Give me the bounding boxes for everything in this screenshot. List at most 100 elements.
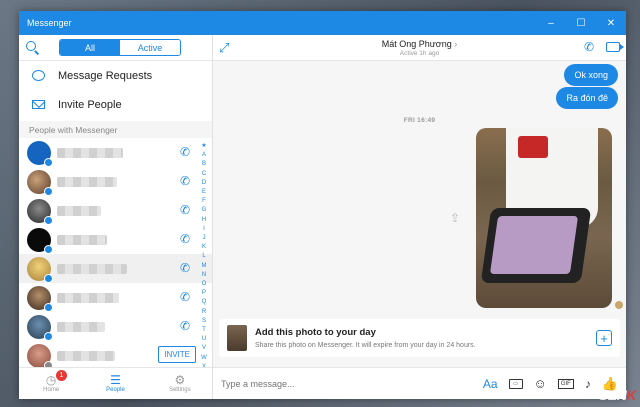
- phone-icon[interactable]: ✆: [180, 146, 192, 158]
- text-format-icon[interactable]: Aa: [483, 377, 498, 391]
- avatar: [27, 198, 53, 225]
- invite-button[interactable]: INVITE: [158, 346, 196, 363]
- avatar: [27, 140, 53, 167]
- alpha-letter[interactable]: C: [202, 170, 206, 179]
- nav-home[interactable]: ◷ 1 Home: [19, 368, 83, 399]
- nav-people[interactable]: ☰ People: [83, 368, 147, 399]
- alpha-letter[interactable]: V: [202, 344, 206, 353]
- photo-thumbnail: [227, 325, 247, 351]
- title-bar: Messenger – ☐ ✕: [19, 11, 626, 35]
- messenger-badge-icon: [44, 360, 53, 367]
- phone-call-icon[interactable]: ✆: [584, 40, 594, 54]
- list-item[interactable]: ✆: [19, 196, 212, 225]
- chat-bubble-icon: [31, 70, 45, 82]
- alpha-letter[interactable]: I: [203, 225, 205, 234]
- alpha-letter[interactable]: A: [202, 151, 206, 160]
- clock-icon: ◷: [45, 373, 57, 387]
- alpha-letter[interactable]: L: [202, 252, 205, 261]
- sticker-icon[interactable]: ▭: [508, 378, 523, 389]
- day-card-title: Add this photo to your day: [255, 327, 376, 338]
- expand-icon[interactable]: ⤢: [219, 40, 229, 56]
- messenger-badge-icon: [44, 273, 53, 283]
- avatar: [27, 314, 53, 341]
- alpha-letter[interactable]: S: [202, 317, 206, 326]
- message-bubble[interactable]: Ra đón đê: [556, 87, 618, 109]
- contact-name-blurred: [57, 292, 119, 303]
- alpha-letter[interactable]: H: [202, 216, 206, 225]
- left-toolbar: All Active: [19, 35, 212, 61]
- list-item[interactable]: ✆: [19, 312, 212, 341]
- alpha-letter[interactable]: M: [202, 262, 207, 271]
- list-item[interactable]: ✆: [19, 225, 212, 254]
- alpha-letter[interactable]: X: [202, 363, 206, 367]
- watermark-part1: GEN: [597, 387, 627, 403]
- composer-bar: Aa ▭ ☺ GIF ♪ 👍: [213, 367, 626, 399]
- share-icon[interactable]: ⇪: [450, 211, 460, 225]
- close-button[interactable]: ✕: [596, 11, 626, 35]
- message-input[interactable]: [221, 378, 483, 389]
- alpha-letter[interactable]: O: [202, 280, 207, 289]
- alpha-letter[interactable]: U: [202, 335, 206, 344]
- phone-icon[interactable]: ✆: [180, 262, 192, 274]
- search-icon[interactable]: [25, 40, 41, 56]
- chat-header: ⤢ Mát Ong Phương › Active 1h ago ✆: [213, 35, 626, 61]
- messenger-badge-icon: [44, 215, 53, 225]
- phone-icon[interactable]: ✆: [180, 204, 192, 216]
- phone-icon[interactable]: ✆: [180, 291, 192, 303]
- contact-name-blurred: [57, 176, 117, 187]
- bottom-nav: ◷ 1 Home ☰ People ⚙ Settings: [19, 367, 212, 399]
- gif-icon[interactable]: GIF: [557, 378, 574, 389]
- alpha-letter[interactable]: E: [202, 188, 206, 197]
- message-bubble[interactable]: Ok xong: [564, 64, 618, 86]
- alpha-letter[interactable]: D: [202, 179, 206, 188]
- list-item[interactable]: ✆: [19, 254, 212, 283]
- avatar: [27, 169, 53, 196]
- alpha-letter[interactable]: K: [202, 243, 206, 252]
- minimize-button[interactable]: –: [536, 11, 566, 35]
- emoji-icon[interactable]: ☺: [534, 376, 547, 391]
- list-item[interactable]: ✆: [19, 138, 212, 167]
- messenger-badge-icon: [44, 302, 53, 312]
- nav-settings[interactable]: ⚙ Settings: [148, 368, 212, 399]
- messenger-badge-icon: [44, 331, 53, 341]
- contact-name-blurred: [57, 263, 127, 274]
- message-requests-row[interactable]: Message Requests: [19, 61, 212, 90]
- chevron-right-icon: ›: [454, 38, 458, 49]
- alpha-letter[interactable]: ★: [201, 142, 206, 151]
- messenger-badge-icon: [44, 244, 53, 254]
- maximize-button[interactable]: ☐: [566, 11, 596, 35]
- phone-icon[interactable]: ✆: [180, 233, 192, 245]
- plus-icon[interactable]: +: [596, 330, 612, 346]
- nav-people-label: People: [106, 387, 125, 393]
- phone-icon[interactable]: ✆: [180, 320, 192, 332]
- alpha-letter[interactable]: N: [202, 271, 206, 280]
- microphone-icon[interactable]: ♪: [585, 377, 591, 391]
- alpha-letter[interactable]: J: [203, 234, 206, 243]
- alpha-letter[interactable]: P: [202, 289, 206, 298]
- photo-message[interactable]: [476, 128, 612, 308]
- left-panel: All Active Message Requests Invite Peopl…: [19, 35, 213, 399]
- header-actions: ✆: [584, 40, 624, 54]
- tab-all[interactable]: All: [60, 40, 120, 55]
- messenger-badge-icon: [44, 186, 53, 196]
- conversation-title[interactable]: Mát Ong Phương › Active 1h ago: [382, 39, 457, 57]
- avatar: [27, 256, 53, 283]
- alpha-letter[interactable]: Q: [202, 298, 207, 307]
- alpha-letter[interactable]: B: [202, 160, 206, 169]
- alpha-letter[interactable]: R: [202, 308, 206, 317]
- tab-active[interactable]: Active: [120, 40, 180, 55]
- invite-people-row[interactable]: Invite People: [19, 90, 212, 119]
- contact-name-blurred: [57, 147, 123, 158]
- day-card-subtitle: Share this photo on Messenger. It will e…: [255, 342, 476, 349]
- alpha-letter[interactable]: W: [201, 354, 207, 363]
- alphabet-index[interactable]: ★ A B C D E F G H I J K L M N O P Q R S …: [199, 142, 209, 367]
- alpha-letter[interactable]: F: [202, 197, 206, 206]
- phone-icon[interactable]: ✆: [180, 175, 192, 187]
- messenger-badge-icon: [44, 157, 53, 167]
- video-call-icon[interactable]: [606, 42, 624, 52]
- alpha-letter[interactable]: G: [202, 206, 207, 215]
- watermark-part2: K: [626, 387, 636, 403]
- alpha-letter[interactable]: T: [202, 326, 206, 335]
- list-item[interactable]: ✆: [19, 283, 212, 312]
- list-item[interactable]: ✆: [19, 167, 212, 196]
